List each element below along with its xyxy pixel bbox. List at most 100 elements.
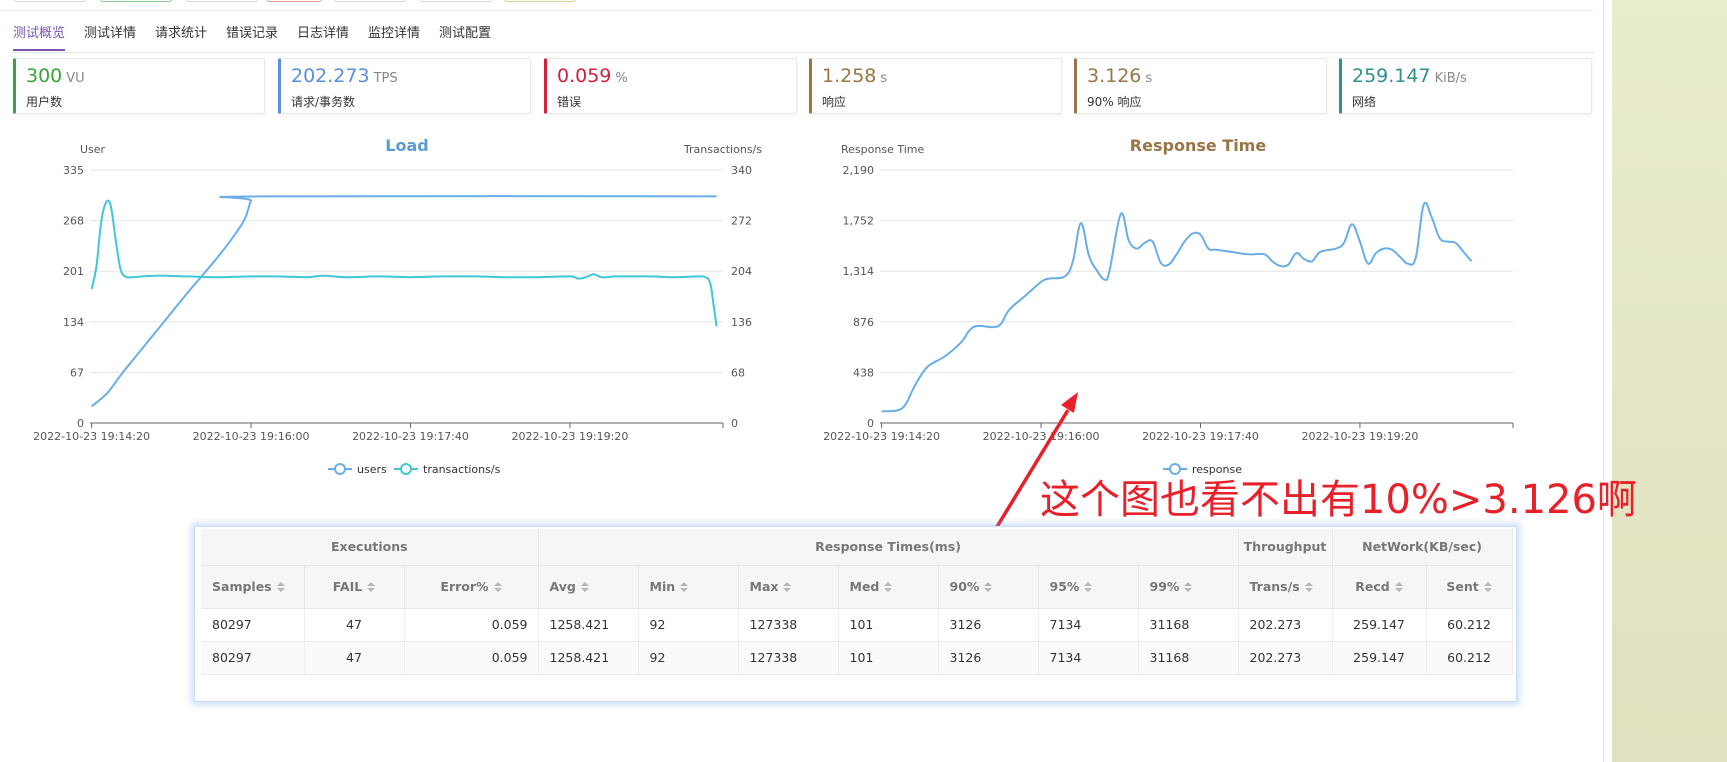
table-cell: 60.212	[1426, 608, 1513, 642]
sort-icon[interactable]	[276, 582, 285, 593]
sort-icon[interactable]	[884, 582, 893, 593]
table-cell: 60.212	[1426, 641, 1513, 675]
annotation-text: 这个图也看不出有10%>3.126啊	[1040, 477, 1637, 523]
y-tick-label: 335	[63, 164, 84, 177]
sort-icon[interactable]	[367, 582, 376, 593]
group-network: NetWork(KB/sec)	[1332, 529, 1513, 566]
chart-title: Response Time	[1130, 136, 1267, 155]
table-cell: 7134	[1038, 641, 1139, 675]
table-cell: 202.273	[1238, 608, 1333, 642]
table-cell: 80297	[201, 641, 305, 675]
series-line-users	[90, 195, 717, 408]
group-executions: Executions	[201, 529, 539, 566]
y-tick-label-right: 0	[731, 417, 738, 430]
sort-icon[interactable]	[1084, 582, 1093, 593]
table-cell: 80297	[201, 608, 305, 642]
table-group-header: Executions Response Times(ms) Throughput…	[201, 529, 1513, 566]
y-axis-label: Response Time	[841, 143, 924, 156]
group-throughput: Throughput	[1238, 529, 1333, 566]
x-tick-label: 2022-10-23 19:17:40	[352, 430, 469, 443]
table-cell: 31168	[1138, 641, 1239, 675]
load-chart: Load User Transactions/s 0 67 134 201 268 335 0 68…	[33, 136, 762, 476]
column-header[interactable]: 95%	[1038, 565, 1139, 609]
column-header[interactable]: Med	[838, 565, 939, 609]
y-tick-label: 0	[867, 417, 874, 430]
table-cell: 127338	[738, 608, 839, 642]
x-tick-label: 2022-10-23 19:19:20	[1302, 430, 1419, 443]
y-tick-label: 134	[63, 316, 84, 329]
column-header[interactable]: 90%	[938, 565, 1039, 609]
table-cell: 202.273	[1238, 641, 1333, 675]
table-cell: 127338	[738, 641, 839, 675]
table-cell: 47	[304, 608, 405, 642]
column-header[interactable]: Min	[638, 565, 739, 609]
response-time-chart: Response Time Response Time 0 438 876 1,314 1,…	[823, 136, 1514, 476]
y-tick-label: 1,314	[843, 265, 875, 278]
x-tick-label: 2022-10-23 19:14:20	[823, 430, 940, 443]
stats-table-panel: Executions Response Times(ms) Throughput…	[194, 526, 1517, 702]
sort-icon[interactable]	[783, 582, 792, 593]
column-header[interactable]: Trans/s	[1238, 565, 1333, 609]
sort-icon[interactable]	[580, 582, 589, 593]
sort-icon[interactable]	[1394, 582, 1403, 593]
annotation-arrow-head	[1061, 392, 1078, 413]
sort-icon[interactable]	[1483, 582, 1492, 593]
stats-table: Executions Response Times(ms) Throughput…	[201, 529, 1513, 675]
column-header[interactable]: FAIL	[304, 565, 405, 609]
table-row: 80297 47 0.059 1258.421 92 127338 101 31…	[201, 608, 1513, 642]
y-tick-label-right: 68	[731, 366, 745, 379]
sort-icon[interactable]	[984, 582, 993, 593]
column-header[interactable]: Samples	[201, 565, 305, 609]
table-cell: 92	[638, 608, 739, 642]
y-axis-label: User	[80, 143, 106, 156]
column-header[interactable]: Recd	[1332, 565, 1427, 609]
table-cell: 3126	[938, 641, 1039, 675]
sort-icon[interactable]	[493, 582, 502, 593]
series-line-response	[881, 201, 1473, 413]
table-cell: 101	[838, 608, 939, 642]
column-header[interactable]: Avg	[538, 565, 639, 609]
column-header[interactable]: Max	[738, 565, 839, 609]
y-tick-label: 438	[853, 366, 874, 379]
y-tick-label: 1,752	[843, 215, 875, 228]
y-tick-label-right: 340	[731, 164, 752, 177]
chart-title: Load	[385, 136, 428, 155]
y-tick-label-right: 136	[731, 316, 752, 329]
sort-icon[interactable]	[1304, 582, 1313, 593]
y-tick-label: 67	[70, 366, 84, 379]
legend-marker	[334, 463, 346, 475]
table-cell: 92	[638, 641, 739, 675]
table-cell: 0.059	[404, 608, 539, 642]
x-tick-label: 2022-10-23 19:16:00	[983, 430, 1100, 443]
sort-icon[interactable]	[680, 582, 689, 593]
group-response-times: Response Times(ms)	[538, 529, 1239, 566]
sort-icon[interactable]	[1184, 582, 1193, 593]
column-header[interactable]: Error%	[404, 565, 539, 609]
table-cell: 0.059	[404, 641, 539, 675]
table-cell: 259.147	[1332, 608, 1427, 642]
x-tick-label: 2022-10-23 19:17:40	[1142, 430, 1259, 443]
x-tick-label: 2022-10-23 19:19:20	[512, 430, 629, 443]
x-tick-label: 2022-10-23 19:16:00	[193, 430, 310, 443]
app-root: 测试概览 测试详情 请求统计 错误记录 日志详情 监控详情 测试配置 300 VU…	[0, 0, 1727, 762]
y-tick-label: 876	[853, 316, 874, 329]
column-header[interactable]: Sent	[1426, 565, 1513, 609]
table-cell: 259.147	[1332, 641, 1427, 675]
y-tick-label: 0	[77, 417, 84, 430]
table-cell: 7134	[1038, 608, 1139, 642]
x-tick-label: 2022-10-23 19:14:20	[33, 430, 150, 443]
y-tick-label-right: 272	[731, 215, 752, 228]
y-tick-label: 2,190	[843, 164, 875, 177]
column-header[interactable]: 99%	[1138, 565, 1239, 609]
table-cell: 31168	[1138, 608, 1239, 642]
y-tick-label-right: 204	[731, 265, 752, 278]
table-cell: 101	[838, 641, 939, 675]
y-tick-label: 201	[63, 265, 84, 278]
y-axis-label-right: Transactions/s	[683, 143, 762, 156]
legend-marker	[400, 463, 412, 475]
table-cell: 3126	[938, 608, 1039, 642]
legend-label: users	[357, 463, 387, 476]
table-row: 80297 47 0.059 1258.421 92 127338 101 31…	[201, 641, 1513, 675]
table-cell: 47	[304, 641, 405, 675]
legend-label: transactions/s	[423, 463, 501, 476]
